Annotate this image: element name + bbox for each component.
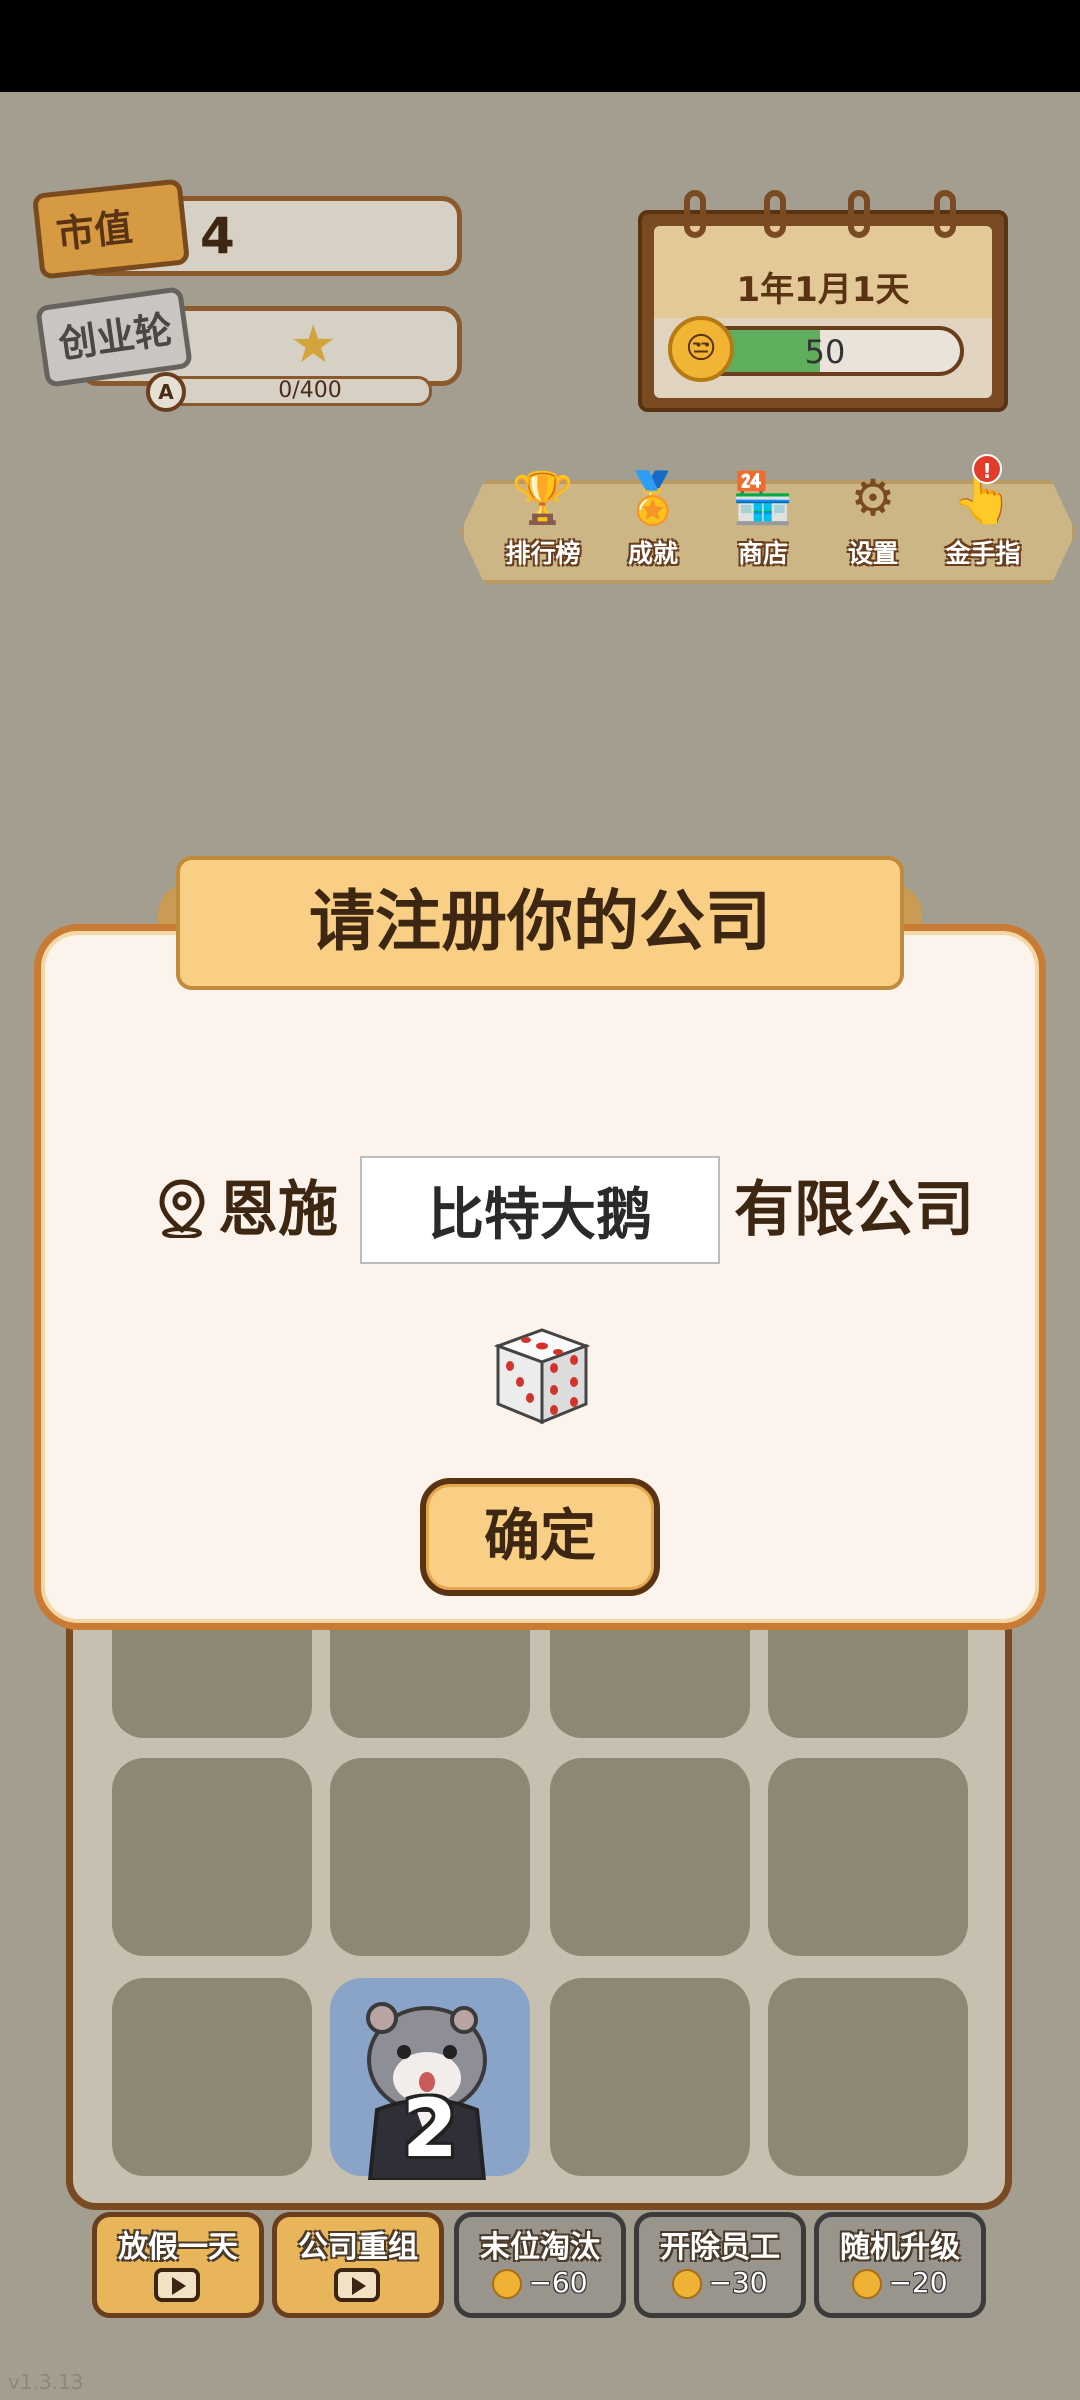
board-cell[interactable] — [768, 1758, 968, 1956]
calendar-ring-icon — [848, 190, 870, 238]
mood-coin-icon — [492, 2269, 523, 2299]
market-value: 4 — [200, 207, 235, 265]
city-label: 恩施 — [218, 1175, 338, 1245]
board-cell[interactable] — [550, 1978, 750, 2176]
alert-badge: ! — [972, 454, 1002, 484]
calendar-ring-icon — [764, 190, 786, 238]
action-label: 末位淘汰 — [480, 2230, 600, 2265]
board-cell[interactable] — [330, 1758, 530, 1956]
rank-badge: A — [146, 372, 186, 412]
board-cell[interactable] — [550, 1758, 750, 1956]
shop-icon: 🏪 — [731, 469, 795, 527]
menu-label: 设置 — [847, 539, 898, 568]
action-cost: −20 — [814, 2266, 986, 2299]
star-icon: ★ — [290, 315, 337, 375]
calendar-ring-icon — [684, 190, 706, 238]
board-cell[interactable] — [112, 1758, 312, 1956]
mood-coin-icon — [672, 2269, 703, 2299]
action-label: 随机升级 — [840, 2230, 960, 2265]
exp-progress-text: 0/400 — [278, 378, 342, 403]
employee-level: 2 — [402, 2082, 458, 2175]
calendar-ring-icon — [934, 190, 956, 238]
cost-value: −60 — [528, 2266, 588, 2299]
gear-icon: ⚙ — [850, 469, 896, 527]
cost-value: −30 — [708, 2266, 768, 2299]
menu-label: 成就 — [627, 539, 678, 568]
menu-item-settings[interactable]: ⚙ 设置 — [818, 456, 928, 570]
confirm-button-label[interactable]: 确定 — [420, 1478, 660, 1596]
board-cell[interactable] — [768, 1978, 968, 2176]
mood-face-icon: 😒 — [668, 316, 734, 382]
mood-value: 50 — [804, 333, 846, 371]
location-pin-icon — [159, 1179, 205, 1238]
action-cost: −30 — [634, 2266, 806, 2299]
medal-icon: 🏅 — [621, 469, 685, 527]
trophy-icon: 🏆 — [511, 469, 575, 527]
action-label: 开除员工 — [660, 2230, 780, 2265]
calendar-date: 1年1月1天 — [736, 270, 910, 310]
action-label: 放假一天 — [118, 2230, 238, 2265]
market-value-tag-label: 市值 — [54, 205, 135, 257]
action-cost: −60 — [454, 2266, 626, 2299]
action-label: 公司重组 — [298, 2230, 418, 2265]
menu-item-leaderboard[interactable]: 🏆 排行榜 — [488, 456, 598, 570]
company-suffix: 有限公司 — [734, 1175, 974, 1245]
menu-label: 金手指 — [945, 539, 1021, 568]
menu-item-shop[interactable]: 🏪 商店 — [708, 456, 818, 570]
status-bar — [0, 0, 1080, 92]
dialog-title: 请注册你的公司 — [309, 883, 771, 960]
company-name-input[interactable] — [360, 1156, 720, 1264]
menu-label: 商店 — [737, 539, 788, 568]
mood-coin-icon — [852, 2269, 883, 2299]
menu-label: 排行榜 — [505, 539, 581, 568]
board-cell[interactable] — [112, 1978, 312, 2176]
version-label: v1.3.13 — [8, 2370, 84, 2394]
play-ad-icon — [334, 2268, 380, 2302]
menu-item-achievements[interactable]: 🏅 成就 — [598, 456, 708, 570]
cost-value: −20 — [888, 2266, 948, 2299]
dice-icon[interactable] — [486, 1324, 594, 1428]
play-ad-icon — [154, 2268, 200, 2302]
